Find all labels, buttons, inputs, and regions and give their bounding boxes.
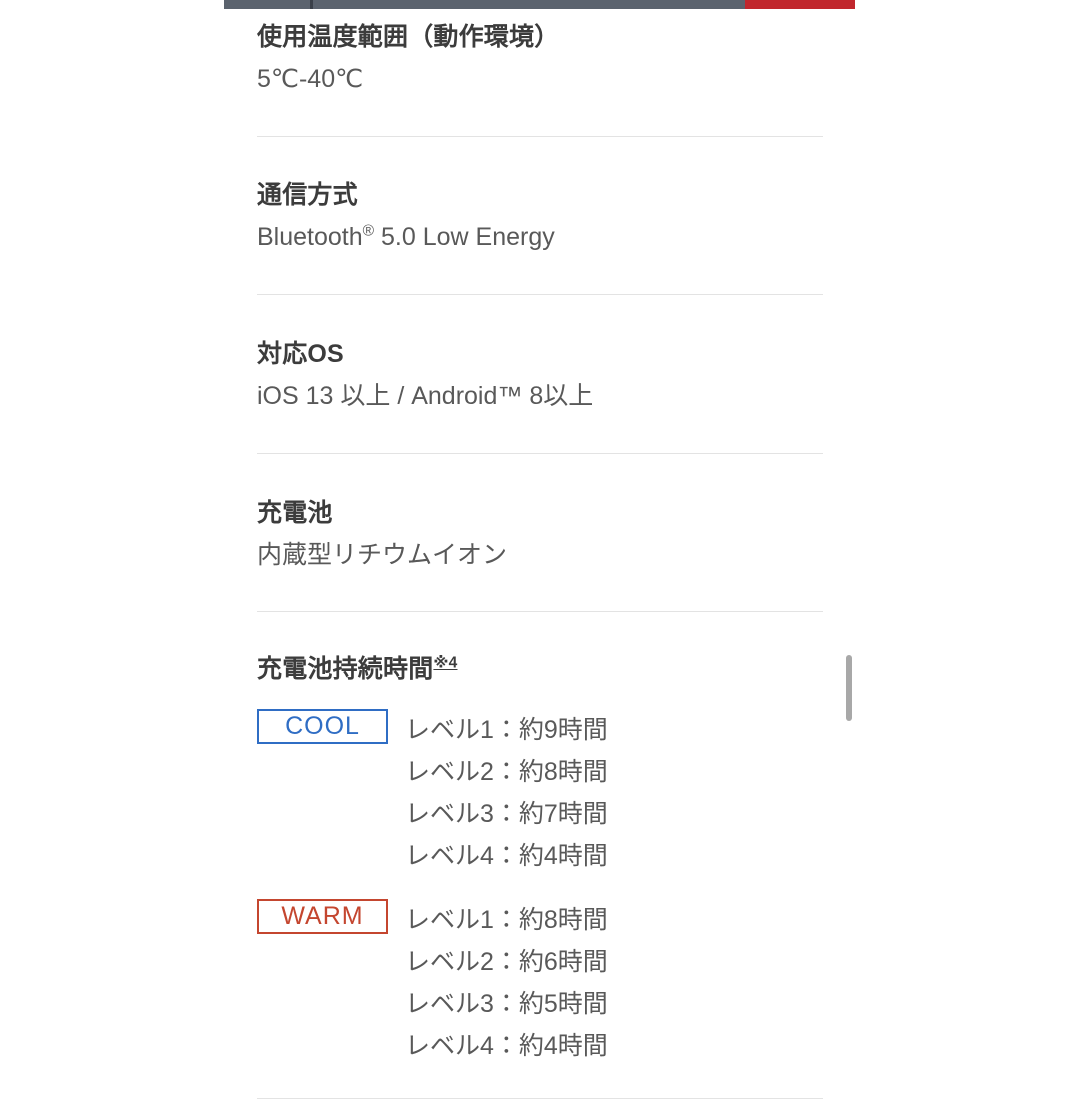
list-item: レベル1：約8時間 [405,906,608,934]
list-item: レベル2：約6時間 [405,948,608,976]
spec-item-supported-os: 対応OS iOS 13 以上 / Android™ 8以上 [257,295,823,413]
spec-item-battery-duration: 充電池持続時間※4 COOL レベル1：約9時間 レベル2：約8時間 レベル3：… [257,612,823,1067]
page-scrollbar[interactable] [846,0,852,1080]
list-item: レベル3：約5時間 [405,990,608,1018]
warm-level-list: レベル1：約8時間 レベル2：約6時間 レベル3：約5時間 レベル4：約4時間 [405,899,608,1067]
spec-item-battery: 充電池 内蔵型リチウムイオン [257,454,823,572]
spec-value: Bluetooth® 5.0 Low Energy [257,221,823,254]
spec-title: 充電池 [257,498,333,527]
spec-item-communication: 通信方式 Bluetooth® 5.0 Low Energy [257,137,823,254]
top-progress-bar [0,0,1080,9]
spec-title: 対応OS [257,340,344,368]
spec-item-operating-temperature: 使用温度範囲（動作環境） 5℃-40℃ [257,9,823,96]
registered-trademark-icon: ® [362,222,375,240]
footnote-reference-link[interactable]: ※4 [433,655,457,672]
progress-red-segment [745,0,855,9]
spec-value: iOS 13 以上 / Android™ 8以上 [257,382,594,410]
progress-gray-right-segment [313,0,745,9]
spec-value: 内蔵型リチウムイオン [257,540,508,569]
list-item: レベル4：約4時間 [405,1032,608,1060]
mode-badge-warm: WARM [257,899,388,934]
spec-value-suffix: 5.0 Low Energy [374,222,555,251]
battery-mode-warm: WARM レベル1：約8時間 レベル2：約6時間 レベル3：約5時間 レベル4：… [257,899,823,1067]
mode-badge-cool: COOL [257,709,388,744]
list-item: レベル2：約8時間 [405,758,608,786]
spec-title-text: 充電池持続時間 [257,655,434,683]
spec-title: 通信方式 [257,180,358,209]
battery-mode-cool: COOL レベル1：約9時間 レベル2：約8時間 レベル3：約7時間 レベル4：… [257,709,823,877]
list-item: レベル3：約7時間 [405,800,608,828]
spec-title: 使用温度範囲（動作環境） [257,23,560,51]
spec-value-prefix: Bluetooth [257,222,363,251]
scrollbar-thumb[interactable] [846,655,852,721]
list-item: レベル1：約9時間 [405,716,608,744]
spec-value: 5℃-40℃ [257,65,364,93]
list-item: レベル4：約4時間 [405,842,608,870]
cool-level-list: レベル1：約9時間 レベル2：約8時間 レベル3：約7時間 レベル4：約4時間 [405,709,608,877]
spec-list: 使用温度範囲（動作環境） 5℃-40℃ 通信方式 Bluetooth® 5.0 … [257,9,823,1099]
progress-gray-left-segment [224,0,310,9]
spec-title: 充電池持続時間※4 [257,654,823,684]
